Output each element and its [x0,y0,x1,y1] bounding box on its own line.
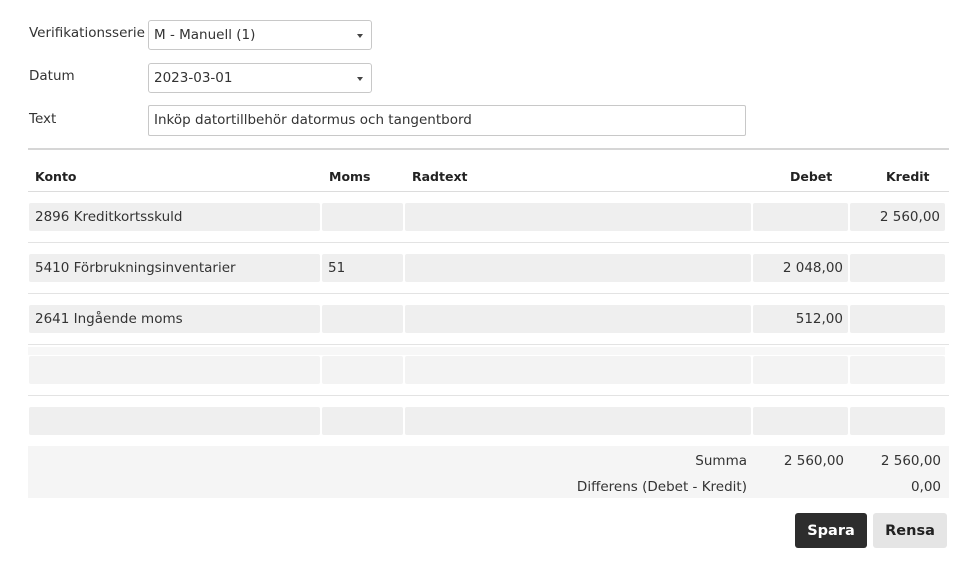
vat-input[interactable] [322,305,403,333]
debit-input[interactable] [753,203,848,231]
table-header-divider [28,191,949,192]
sum-label: Summa [695,453,747,469]
credit-input[interactable]: 2 560,00 [850,203,945,231]
account-input[interactable] [29,356,320,384]
account-input[interactable] [29,407,320,435]
date-label: Datum [29,68,75,84]
date-select[interactable]: 2023-03-01 [148,63,372,93]
vat-input[interactable] [322,203,403,231]
series-select[interactable]: M - Manuell (1) [148,20,372,50]
rowtext-input[interactable] [405,356,751,384]
text-input[interactable]: Inköp datortillbehör datormus och tangen… [148,105,746,136]
rowtext-input[interactable] [405,203,751,231]
debit-input[interactable] [753,407,848,435]
row-divider [28,293,949,294]
column-header-credit: Kredit [886,169,930,184]
credit-input[interactable] [850,254,945,282]
credit-input[interactable] [850,407,945,435]
row-divider [28,344,949,345]
column-header-vat: Moms [329,169,371,184]
vat-input[interactable] [322,356,403,384]
sum-credit: 2 560,00 [880,453,941,469]
column-header-debit: Debet [790,169,833,184]
chevron-down-icon [357,34,363,38]
text-label: Text [29,111,57,127]
vat-input[interactable] [322,407,403,435]
save-button[interactable]: Spara [795,513,867,548]
series-select-value: M - Manuell (1) [154,27,256,43]
column-header-rowtext: Radtext [412,169,468,184]
rowtext-input[interactable] [405,254,751,282]
credit-input[interactable] [850,305,945,333]
row-divider [28,395,949,396]
sum-debit: 2 560,00 [783,453,844,469]
difference-value: 0,00 [910,479,941,495]
vat-input[interactable]: 51 [322,254,403,282]
account-input[interactable]: 5410 Förbrukningsinventarier [29,254,320,282]
debit-input[interactable]: 512,00 [753,305,848,333]
credit-input[interactable] [850,356,945,384]
account-input[interactable]: 2641 Ingående moms [29,305,320,333]
rowtext-input[interactable] [405,407,751,435]
debit-input[interactable]: 2 048,00 [753,254,848,282]
form-divider [28,148,949,150]
date-select-value: 2023-03-01 [154,70,233,86]
account-input[interactable]: 2896 Kreditkortsskuld [29,203,320,231]
column-header-account: Konto [35,169,77,184]
chevron-down-icon [357,77,363,81]
empty-row-band [28,347,945,355]
series-label: Verifikationsserie [29,25,145,41]
difference-label: Differens (Debet - Kredit) [576,479,747,495]
rowtext-input[interactable] [405,305,751,333]
debit-input[interactable] [753,356,848,384]
row-divider [28,242,949,243]
text-input-value: Inköp datortillbehör datormus och tangen… [154,112,472,128]
clear-button[interactable]: Rensa [873,513,947,548]
